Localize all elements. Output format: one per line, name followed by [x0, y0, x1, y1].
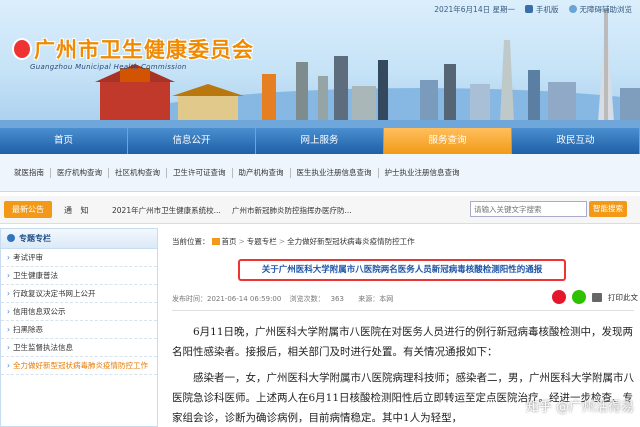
- phone-icon: [525, 5, 533, 13]
- sidebar-item-credit-info[interactable]: › 信用信息双公示: [1, 303, 157, 321]
- view-count: 浏览次数： 363: [289, 295, 344, 303]
- printer-icon[interactable]: [592, 292, 602, 302]
- nav-service-query[interactable]: 服务查询: [384, 128, 512, 154]
- topic-icon: [7, 234, 15, 242]
- article-title: 关于广州医科大学附属市八医院两名医务人员新冠病毒核酸检测阳性的通报: [261, 265, 543, 275]
- sub-nav: 就医指南 医疗机构查询 社区机构查询 卫生许可证查询 助产机构查询 医生执业注册…: [0, 154, 640, 192]
- breadcrumb-home[interactable]: 首页: [222, 237, 237, 246]
- sidebar-item-admin-review[interactable]: › 行政复议决定书网上公开: [1, 285, 157, 303]
- article-title-highlight: 关于广州医科大学附属市八医院两名医务人员新冠病毒核酸检测阳性的通报: [238, 259, 566, 281]
- top-utility-bar: 2021年6月14日 星期一 手机版 无障碍辅助浏览: [434, 4, 632, 15]
- subnav-midwifery-institution-query[interactable]: 助产机构查询: [233, 167, 291, 178]
- nav-home[interactable]: 首页: [0, 128, 128, 154]
- notice-item[interactable]: 广州市新冠肺炎防控指挥办医疗防...: [232, 205, 352, 216]
- print-link[interactable]: 打印此文: [608, 292, 638, 303]
- zhihu-watermark: 知乎 @广州活得易: [525, 400, 634, 415]
- site-title: 广州市卫生健康委员会: [34, 38, 254, 62]
- subnav-health-license-query[interactable]: 卫生许可证查询: [167, 167, 233, 178]
- weibo-share-icon[interactable]: [552, 290, 566, 304]
- search-input[interactable]: [470, 201, 587, 217]
- subnav-nurse-registration-query[interactable]: 护士执业注册信息查询: [379, 168, 466, 178]
- nav-online-services[interactable]: 网上服务: [256, 128, 384, 154]
- date-label: 2021年6月14日 星期一: [434, 5, 515, 14]
- divider: [172, 310, 634, 311]
- smart-search-button[interactable]: 智能搜索: [589, 201, 627, 217]
- home-icon: [211, 238, 220, 245]
- subnav-medical-institution-query[interactable]: 医疗机构查询: [51, 167, 109, 178]
- latest-notice-tag: 最新公告: [4, 201, 52, 218]
- arrow-right-icon: ›: [7, 271, 10, 280]
- accessibility-link[interactable]: 无障碍辅助浏览: [568, 4, 632, 15]
- main-nav: 首页 信息公开 网上服务 服务查询 政民互动: [0, 128, 640, 154]
- article-meta: 发布时间：2021-06-14 06:59:00 浏览次数： 363 来源：本网: [172, 294, 399, 304]
- breadcrumb-topics[interactable]: 专题专栏: [247, 237, 277, 246]
- notice-label: 通 知: [64, 206, 92, 215]
- mobile-version-link[interactable]: 手机版: [525, 4, 559, 15]
- subnav-medical-guide[interactable]: 就医指南: [8, 167, 51, 178]
- share-tools: 打印此文: [552, 290, 638, 304]
- header-banner: 2021年6月14日 星期一 手机版 无障碍辅助浏览 广州市卫生健康委员会 Gu…: [0, 0, 640, 128]
- notice-bar: 最新公告 通 知 2021年广州市卫生健康系统校... 广州市新冠肺炎防控指挥办…: [0, 196, 640, 224]
- arrow-right-icon: ›: [7, 307, 10, 316]
- arrow-right-icon: ›: [7, 253, 10, 262]
- wechat-share-icon[interactable]: [572, 290, 586, 304]
- nav-public-interaction[interactable]: 政民互动: [512, 128, 640, 154]
- subnav-doctor-registration-query[interactable]: 医生执业注册信息查询: [291, 167, 379, 178]
- topic-sidebar: 专题专栏 › 考试评审 › 卫生健康普法 › 行政复议决定书网上公开 › 信用信息双公示…: [0, 228, 158, 427]
- site-subtitle: Guangzhou Municipal Health Commission: [30, 63, 187, 71]
- sidebar-item-anti-crime[interactable]: › 扫黑除恶: [1, 321, 157, 339]
- arrow-right-icon: ›: [7, 343, 10, 352]
- nav-info-disclosure[interactable]: 信息公开: [128, 128, 256, 154]
- breadcrumb: 当前位置： 首页 > 专题专栏 > 全力做好新型冠状病毒炎疫情防控工作: [172, 237, 415, 246]
- article-paragraph: 6月11日晚，广州医科大学附属市八医院在对医务人员进行的例行新冠病毒核酸检测中，…: [172, 326, 634, 358]
- arrow-right-icon: ›: [7, 325, 10, 334]
- accessibility-icon: [568, 5, 577, 13]
- arrow-right-icon: ›: [7, 289, 10, 298]
- sidebar-list: › 考试评审 › 卫生健康普法 › 行政复议决定书网上公开 › 信用信息双公示 › 扫黑除…: [1, 249, 157, 375]
- notice-item[interactable]: 2021年广州市卫生健康系统校...: [112, 205, 221, 216]
- sidebar-item-supervision[interactable]: › 卫生监督执法信息: [1, 339, 157, 357]
- article-source: 来源：本网: [358, 295, 394, 303]
- arrow-right-icon: ›: [7, 361, 10, 370]
- health-commission-logo: [12, 38, 32, 60]
- sidebar-item-covid-prevention[interactable]: › 全力做好新型冠状病毒肺炎疫情防控工作: [1, 357, 157, 375]
- subnav-community-institution-query[interactable]: 社区机构查询: [109, 167, 167, 178]
- breadcrumb-covid[interactable]: 全力做好新型冠状病毒炎疫情防控工作: [287, 237, 415, 246]
- sidebar-item-exam-review[interactable]: › 考试评审: [1, 249, 157, 267]
- sidebar-header: 专题专栏: [1, 229, 157, 249]
- sidebar-item-law-education[interactable]: › 卫生健康普法: [1, 267, 157, 285]
- publish-time: 发布时间：2021-06-14 06:59:00: [172, 295, 282, 303]
